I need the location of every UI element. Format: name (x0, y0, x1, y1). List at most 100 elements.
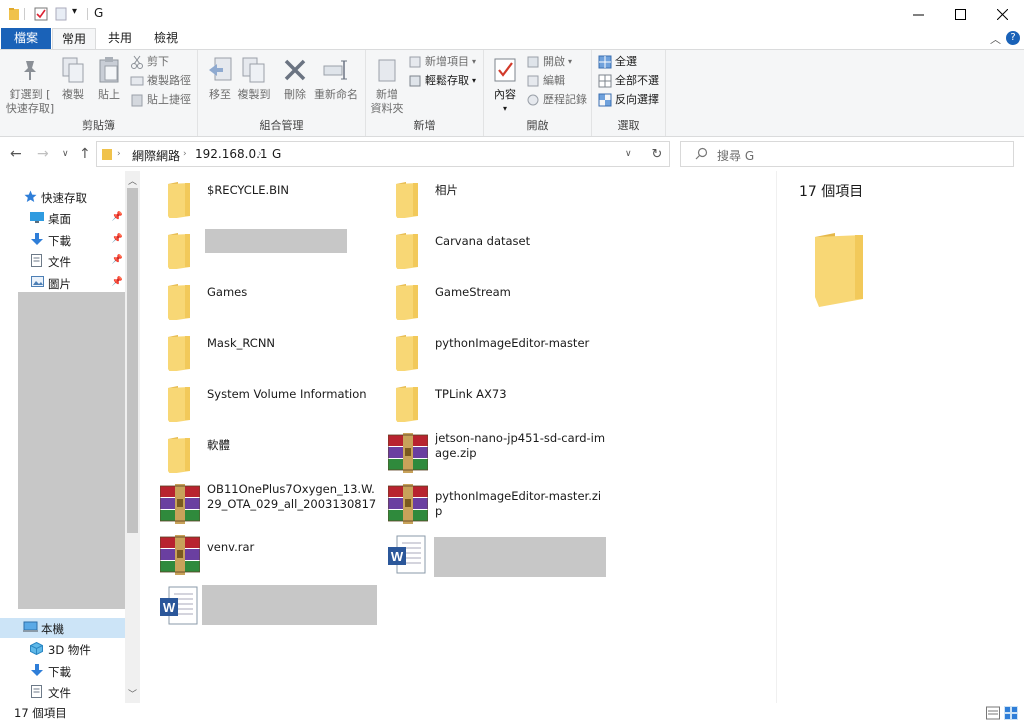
sidebar-item-pictures[interactable]: 圖片 📌 (0, 273, 125, 293)
close-button[interactable] (979, 0, 1024, 28)
file-item[interactable]: venv.rar (159, 532, 378, 578)
move-to-button[interactable]: 移至 (204, 54, 236, 102)
file-item[interactable]: GameStream (388, 277, 606, 323)
sidebar-item-this-pc[interactable]: 本機 (0, 618, 125, 638)
history-button[interactable]: 歷程記錄 (526, 91, 587, 109)
navigation-pane: 快速存取 桌面 📌 下載 📌 文件 📌 圖片 📌 本機 3D 物件 下載 文件 … (0, 171, 140, 703)
collapse-ribbon-icon[interactable]: ︿ (990, 31, 1001, 47)
pin-icon[interactable]: 📌 (112, 234, 123, 244)
tab-file[interactable]: 檔案 (1, 28, 51, 49)
file-name: jetson-nano-jp451-sd-card-image.zip (435, 431, 606, 460)
tab-home[interactable]: 常用 (52, 28, 96, 50)
copy-path-button[interactable]: 複製路徑 (130, 72, 191, 90)
address-dropdown-chevron-icon[interactable]: ∨ (625, 149, 632, 159)
search-input[interactable]: 搜尋 G (680, 141, 1014, 167)
scrollbar-thumb[interactable] (127, 188, 138, 533)
sidebar-item-downloads-pc[interactable]: 下載 (0, 661, 125, 681)
new-item-button[interactable]: 新增項目 ▾ (408, 53, 476, 71)
word-document-icon: W (160, 586, 200, 626)
file-item[interactable]: jetson-nano-jp451-sd-card-image.zip (387, 430, 606, 476)
pin-icon[interactable]: 📌 (112, 277, 123, 287)
pin-icon[interactable]: 📌 (112, 255, 123, 265)
customize-quick-access-icon[interactable]: ▾ (72, 6, 77, 17)
copy-to-button[interactable]: 複製到 (236, 54, 272, 102)
file-name: Mask_RCNN (207, 336, 276, 350)
file-item[interactable]: pythonImageEditor-master.zip (387, 481, 606, 527)
file-item[interactable]: Games (160, 277, 378, 323)
back-arrow-icon[interactable]: ← (10, 146, 22, 162)
sidebar-item-quick-access[interactable]: 快速存取 (0, 187, 125, 207)
file-name: $RECYCLE.BIN (207, 183, 290, 197)
sidebar-item-documents-pc[interactable]: 文件 (0, 682, 125, 702)
copy-button[interactable]: 複製 (58, 54, 88, 102)
file-item[interactable]: TPLink AX73 (388, 379, 606, 425)
scroll-down-icon[interactable]: ﹀ (128, 687, 137, 700)
file-item[interactable]: System Volume Information (160, 379, 378, 425)
folder-icon (815, 233, 863, 312)
up-arrow-icon[interactable]: ↑ (79, 146, 91, 162)
maximize-button[interactable] (937, 0, 983, 28)
open-button[interactable]: 開啟 ▾ (526, 53, 572, 71)
file-item[interactable]: OB11OnePlus7Oxygen_13.W.29_OTA_029_all_2… (159, 481, 378, 527)
file-item[interactable]: Mask_RCNN (160, 328, 378, 374)
pin-to-quick-access-button[interactable]: 釘選到 [ 快速存取] (4, 54, 56, 116)
pin-icon[interactable]: 📌 (112, 212, 123, 222)
history-label: 歷程記錄 (543, 93, 587, 106)
word-document-icon: W (388, 535, 428, 575)
breadcrumb-host[interactable]: 192.168.0.1 (195, 147, 268, 161)
paste-shortcut-button[interactable]: 貼上捷徑 (130, 91, 191, 109)
easy-access-button[interactable]: 輕鬆存取 ▾ (408, 72, 476, 90)
paste-button[interactable]: 貼上 (94, 54, 124, 102)
sidebar-item-downloads[interactable]: 下載 📌 (0, 230, 125, 250)
rename-button[interactable]: 重新命名 (312, 54, 360, 102)
copy-to-icon (239, 54, 269, 86)
properties-button[interactable]: 內容 ▾ (488, 54, 522, 116)
invert-selection-button[interactable]: 反向選擇 (598, 91, 659, 109)
file-item[interactable]: 軟體 (160, 430, 378, 476)
download-arrow-icon (31, 233, 45, 247)
breadcrumb-network[interactable]: 網際網路 (132, 147, 180, 164)
large-icons-view-icon[interactable] (1004, 706, 1018, 720)
delete-button[interactable]: 刪除 (280, 54, 310, 102)
recent-locations-chevron-icon[interactable]: ∨ (62, 149, 69, 159)
edit-button[interactable]: 編輯 (526, 72, 565, 90)
file-item[interactable]: $RECYCLE.BIN (160, 175, 378, 221)
copy-path-label: 複製路徑 (147, 74, 191, 87)
folder-icon (8, 7, 20, 24)
move-to-icon (205, 54, 235, 86)
forward-arrow-icon[interactable]: → (37, 146, 49, 162)
select-none-button[interactable]: 全部不選 (598, 72, 659, 90)
scroll-up-icon[interactable]: ︿ (128, 174, 137, 187)
select-all-button[interactable]: 全選 (598, 53, 637, 71)
ribbon-tab-bar: 檔案 常用 共用 檢視 ︿ ? (0, 28, 1024, 50)
paste-icon (94, 54, 124, 86)
breadcrumb-current[interactable]: G (272, 147, 281, 161)
sidebar-item-documents[interactable]: 文件 📌 (0, 251, 125, 271)
cut-button[interactable]: 剪下 (130, 53, 169, 71)
help-icon[interactable]: ? (1006, 31, 1020, 45)
nav-scrollbar[interactable]: ︿ ﹀ (125, 171, 140, 703)
address-bar[interactable]: › 網際網路 › 192.168.0.1 › G ∨ (96, 141, 670, 167)
tab-view[interactable]: 檢視 (144, 28, 188, 49)
sidebar-item-3d-objects[interactable]: 3D 物件 (0, 639, 125, 659)
file-item[interactable]: pythonImageEditor-master (388, 328, 606, 374)
delete-label: 刪除 (284, 88, 306, 101)
select-none-icon (598, 74, 612, 88)
easy-access-icon (408, 74, 422, 88)
sidebar-label: 下載 (48, 665, 71, 679)
title-bar: ▾ G (0, 0, 1024, 28)
folder-icon (388, 382, 428, 423)
properties-quick-icon[interactable] (34, 7, 48, 24)
file-item[interactable]: Carvana dataset (388, 226, 606, 272)
tab-share[interactable]: 共用 (98, 28, 142, 49)
search-icon (695, 147, 708, 163)
refresh-button[interactable]: ↻ (645, 141, 670, 167)
sidebar-label: 3D 物件 (48, 643, 91, 657)
minimize-button[interactable] (895, 0, 941, 28)
file-item[interactable]: 相片 (388, 175, 606, 221)
cube-3d-icon (30, 641, 44, 656)
sidebar-item-desktop[interactable]: 桌面 📌 (0, 208, 125, 228)
new-folder-quick-icon[interactable] (55, 7, 67, 24)
details-view-icon[interactable] (986, 706, 1000, 720)
new-folder-button[interactable]: 新增 資料夾 (370, 54, 404, 116)
